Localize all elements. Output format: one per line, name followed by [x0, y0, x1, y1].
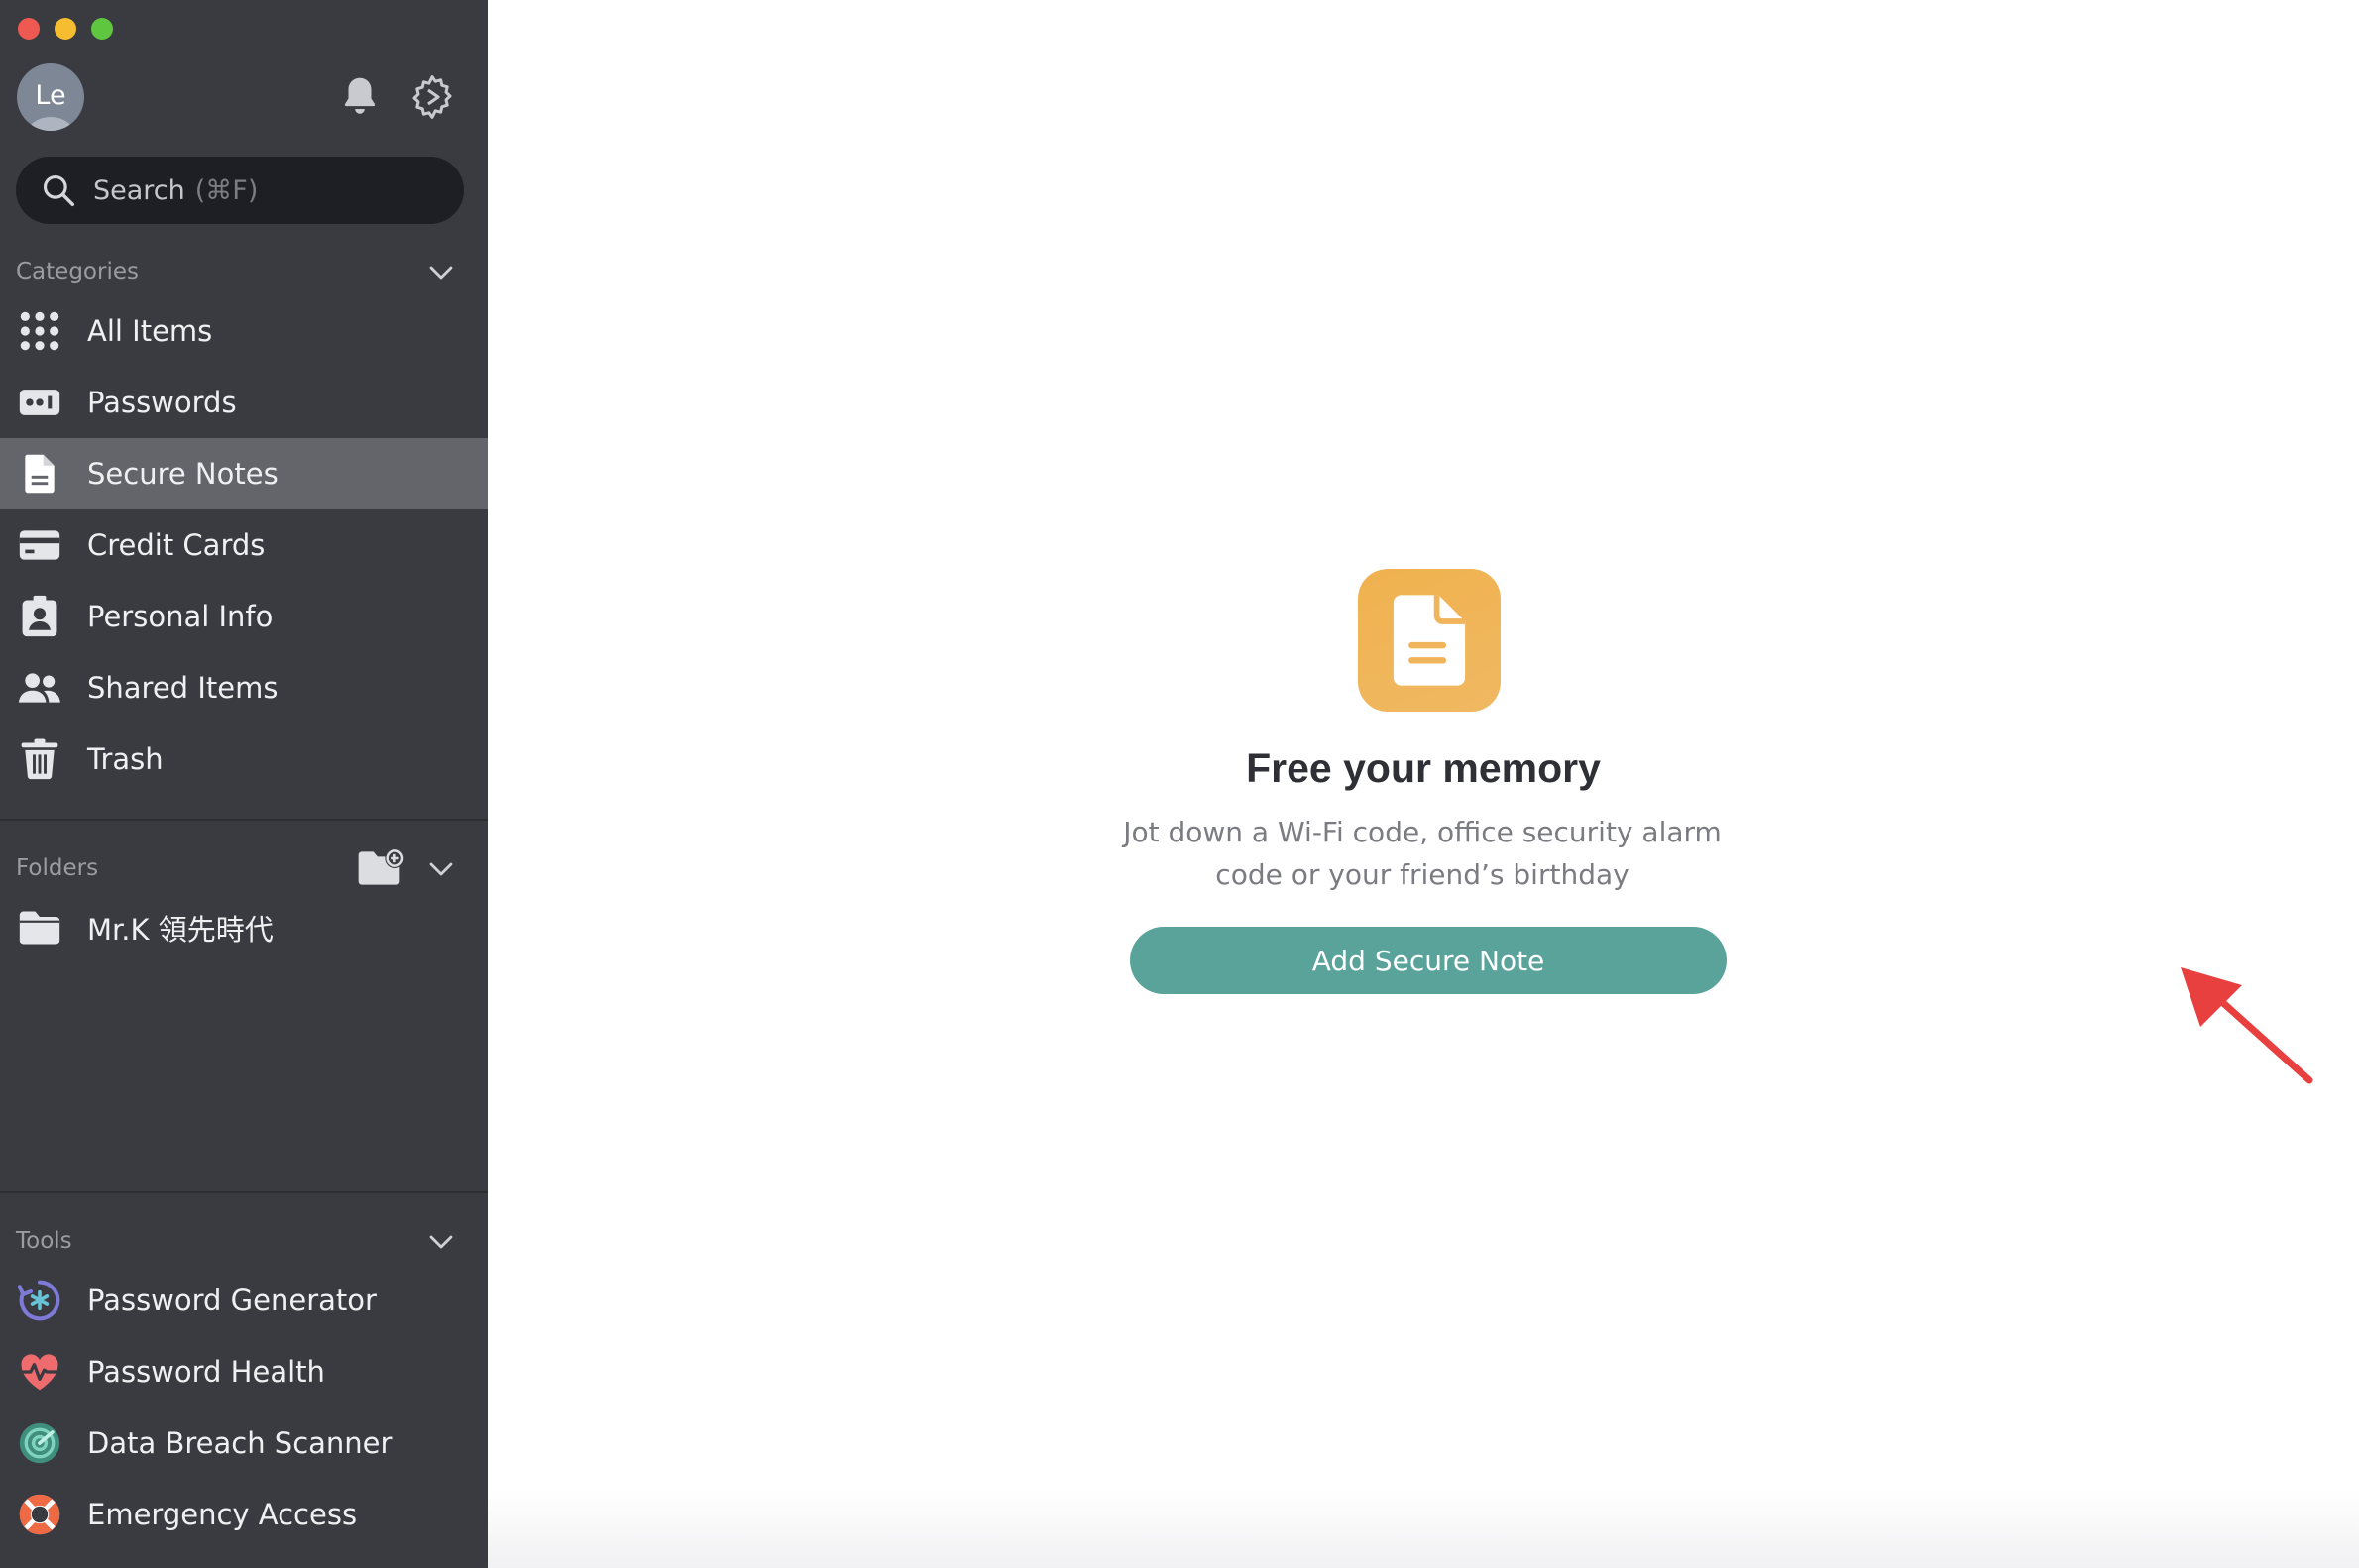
main-content: Free your memory Jot down a Wi-Fi code, … — [488, 0, 2359, 1568]
sidebar-item-password-health[interactable]: Password Health — [0, 1336, 488, 1407]
note-icon — [1393, 595, 1466, 686]
sidebar-item-label: Mr.K 領先時代 — [87, 913, 274, 947]
lifebuoy-icon — [18, 1493, 61, 1536]
chevron-down-icon[interactable] — [426, 1227, 456, 1257]
sidebar-item-credit-cards[interactable]: Credit Cards — [0, 509, 488, 581]
search-shortcut: (⌘F) — [194, 174, 259, 206]
id-card-icon — [18, 595, 61, 638]
trash-icon — [18, 737, 61, 781]
empty-state-title: Free your memory — [1246, 745, 1601, 791]
add-secure-note-button[interactable]: Add Secure Note — [1130, 927, 1727, 994]
sidebar-item-label: Passwords — [87, 386, 237, 419]
heart-pulse-icon — [18, 1350, 61, 1394]
tools-title: Tools — [16, 1228, 72, 1254]
minimize-window-button[interactable] — [55, 18, 76, 40]
sidebar-item-label: Data Breach Scanner — [87, 1426, 393, 1460]
empty-state-description-line: Jot down a Wi-Fi code, office security a… — [1123, 816, 1722, 848]
sidebar-item-all-items[interactable]: All Items — [0, 295, 488, 367]
gear-icon[interactable] — [408, 73, 456, 121]
sidebar-item-label: Credit Cards — [87, 528, 266, 562]
sidebar-item-passwords[interactable]: Passwords — [0, 367, 488, 438]
sidebar-item-label: Shared Items — [87, 671, 279, 705]
avatar-initials: Le — [35, 79, 66, 111]
grid-icon — [18, 309, 61, 353]
search-input[interactable]: Search (⌘F) — [16, 157, 464, 224]
empty-state-description: Jot down a Wi-Fi code, office security a… — [1122, 811, 1723, 896]
sidebar-item-label: Emergency Access — [87, 1498, 358, 1531]
tools-header[interactable]: Tools — [16, 1221, 456, 1261]
avatar-silhouette — [27, 117, 74, 131]
sidebar-item-shared-items[interactable]: Shared Items — [0, 652, 488, 724]
sidebar-item-label: Personal Info — [87, 600, 274, 633]
sidebar-item-label: Trash — [87, 742, 164, 776]
sidebar-divider — [0, 1191, 488, 1193]
sidebar-item-secure-notes[interactable]: Secure Notes — [0, 438, 488, 509]
avatar[interactable]: Le — [17, 63, 84, 131]
sidebar-item-label: Password Generator — [87, 1284, 377, 1317]
zoom-window-button[interactable] — [91, 18, 113, 40]
chevron-down-icon[interactable] — [426, 854, 456, 884]
secure-note-badge — [1358, 569, 1501, 712]
sidebar-item-trash[interactable]: Trash — [0, 724, 488, 795]
sidebar-item-data-breach-scanner[interactable]: Data Breach Scanner — [0, 1407, 488, 1479]
folders-title: Folders — [16, 855, 99, 881]
bell-icon[interactable] — [337, 73, 383, 119]
bottom-shadow — [488, 1489, 2359, 1568]
search-icon — [43, 174, 74, 206]
sidebar-item-personal-info[interactable]: Personal Info — [0, 581, 488, 652]
chevron-down-icon[interactable] — [426, 258, 456, 287]
empty-state-description-line: code or your friend’s birthday — [1215, 858, 1629, 891]
sidebar-item-label: All Items — [87, 314, 213, 348]
sidebar-item-emergency-access[interactable]: Emergency Access — [0, 1479, 488, 1550]
search-label: Search — [93, 174, 185, 206]
annotation-arrow-icon — [2181, 967, 2313, 1084]
close-window-button[interactable] — [18, 18, 40, 40]
folder-icon — [18, 906, 61, 950]
sidebar-item-label: Password Health — [87, 1355, 325, 1389]
sidebar-item-password-generator[interactable]: Password Generator — [0, 1265, 488, 1336]
people-icon — [18, 666, 61, 710]
credit-card-icon — [18, 523, 61, 567]
sidebar-item-label: Secure Notes — [87, 457, 279, 491]
note-icon — [18, 452, 61, 496]
folders-header[interactable]: Folders — [16, 848, 456, 888]
password-icon — [18, 381, 61, 424]
categories-header[interactable]: Categories — [16, 252, 456, 291]
add-folder-icon[interactable] — [357, 848, 406, 888]
window-controls — [18, 18, 113, 40]
categories-title: Categories — [16, 259, 139, 284]
password-generator-icon — [18, 1279, 61, 1322]
sidebar-divider — [0, 819, 488, 821]
radar-icon — [18, 1421, 61, 1465]
sidebar: Le Search (⌘F) Categories All Items Pass… — [0, 0, 488, 1568]
sidebar-item-folder-mrk[interactable]: Mr.K 領先時代 — [0, 892, 488, 963]
